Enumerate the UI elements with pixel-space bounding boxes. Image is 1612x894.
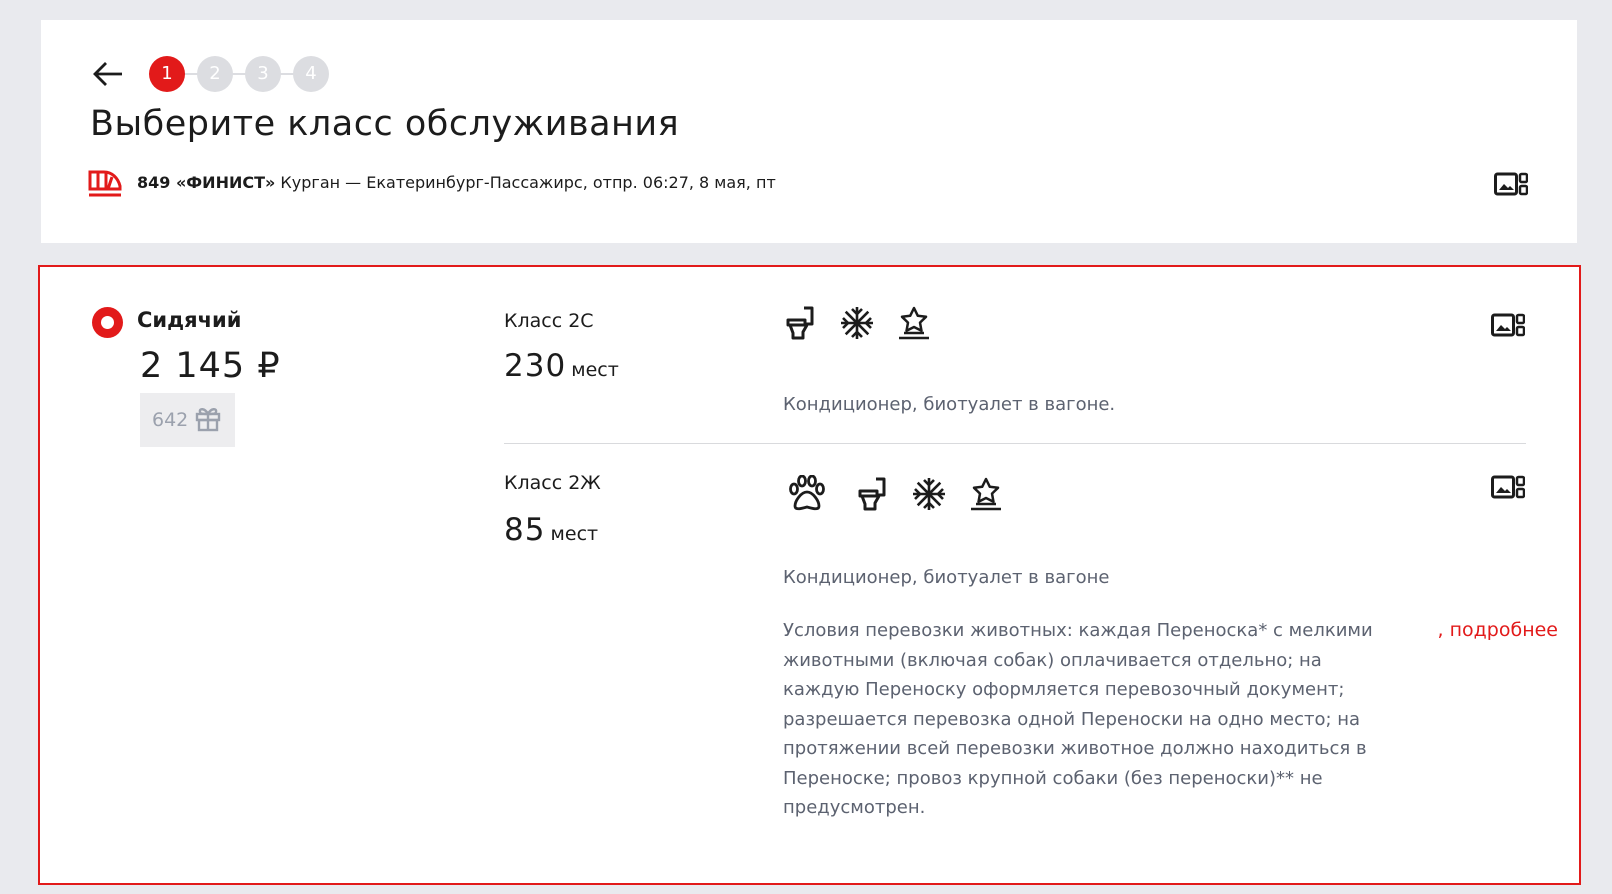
price: 2 145 ₽ bbox=[140, 346, 281, 386]
step-connector bbox=[280, 73, 294, 75]
seats-count: 85 мест bbox=[504, 512, 598, 548]
seats-count: 230 мест bbox=[504, 348, 619, 384]
step-4: 4 bbox=[293, 56, 329, 92]
class-name: Класс 2Ж bbox=[504, 472, 601, 494]
pets-conditions-text: Условия перевозки животных: каждая Перен… bbox=[783, 620, 1373, 818]
seats-unit: мест bbox=[571, 359, 619, 381]
gallery-icon[interactable] bbox=[1494, 172, 1528, 200]
step-connector bbox=[232, 73, 246, 75]
back-arrow-icon[interactable] bbox=[92, 60, 124, 88]
gallery-icon[interactable] bbox=[1491, 313, 1525, 341]
paw-icon bbox=[788, 475, 826, 515]
step-3: 3 bbox=[245, 56, 281, 92]
snowflake-icon bbox=[840, 306, 874, 344]
class-description: Кондиционер, биотуалет в вагоне. bbox=[783, 394, 1116, 415]
seats-unit: мест bbox=[550, 523, 599, 545]
train-route-info: 849 «ФИНИСТ» Курган — Екатеринбург-Пасса… bbox=[137, 173, 776, 192]
seats-number: 230 bbox=[504, 348, 567, 384]
train-name: 849 «ФИНИСТ» bbox=[137, 173, 276, 192]
step-2: 2 bbox=[197, 56, 233, 92]
car-type-label: Сидячий bbox=[137, 308, 242, 332]
star-icon bbox=[970, 477, 1002, 515]
divider bbox=[504, 443, 1526, 444]
gallery-icon[interactable] bbox=[1491, 475, 1525, 503]
class-name: Класс 2С bbox=[504, 310, 594, 332]
more-details-link[interactable]: , подробнее bbox=[1438, 616, 1558, 646]
train-icon bbox=[88, 168, 124, 202]
page-title: Выберите класс обслуживания bbox=[90, 104, 680, 144]
seats-number: 85 bbox=[504, 512, 546, 548]
bonus-badge: 642 bbox=[140, 393, 235, 447]
toilet-icon bbox=[858, 477, 888, 515]
step-1: 1 bbox=[149, 56, 185, 92]
bonus-points: 642 bbox=[152, 409, 189, 431]
step-connector bbox=[184, 73, 198, 75]
star-icon bbox=[898, 306, 930, 344]
class-description: Кондиционер, биотуалет в вагоне bbox=[783, 567, 1110, 588]
snowflake-icon bbox=[912, 477, 946, 515]
radio-selected[interactable] bbox=[92, 307, 123, 338]
route-text: Курган — Екатеринбург-Пассажирс, отпр. 0… bbox=[275, 173, 776, 192]
gift-icon bbox=[195, 406, 221, 436]
toilet-icon bbox=[786, 306, 816, 344]
